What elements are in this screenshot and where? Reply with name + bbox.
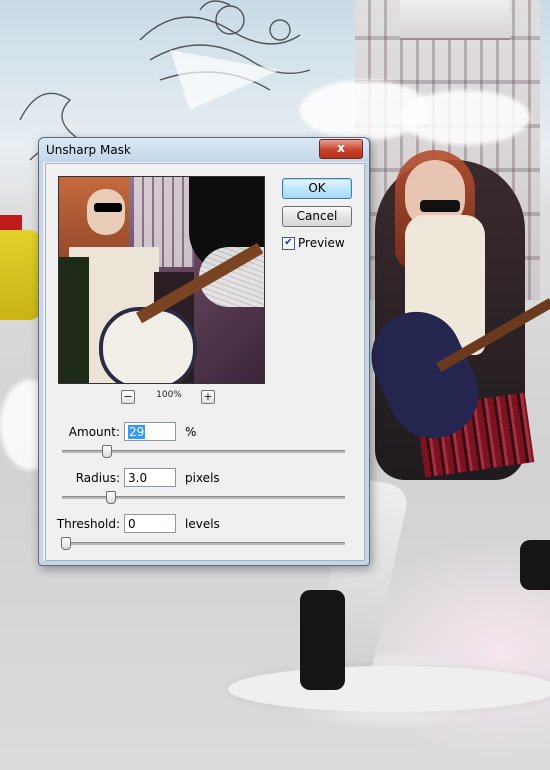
radius-label: Radius: [75,471,120,485]
preview-checkbox-label: Preview [298,236,345,250]
preview-face [87,189,125,235]
zoom-in-button[interactable]: + [201,390,215,404]
zoom-level-readout: 100% [156,390,182,400]
threshold-value: 0 [128,517,136,531]
threshold-field[interactable]: 0 [124,514,176,533]
close-button[interactable]: x [319,139,363,159]
radius-slider-track[interactable] [62,496,345,499]
dialog-title: Unsharp Mask [46,143,131,157]
background-tower-top [400,0,510,40]
preview-checkbox[interactable]: ✔ [282,237,295,250]
radius-slider-thumb[interactable] [106,491,117,504]
amount-value: 29 [128,425,146,439]
amount-field[interactable]: 29 [124,422,176,441]
threshold-label: Threshold: [56,517,120,531]
amount-unit: % [185,425,197,439]
dialog-body: − 100% + OK Cancel ✔ Preview Amount: 29 … [45,163,365,561]
background-boot [520,540,550,590]
amount-slider-thumb[interactable] [102,445,113,458]
preview-sunglasses [94,203,122,212]
radius-unit: pixels [185,471,220,485]
background-yellow-banner [0,230,40,320]
plus-icon: + [203,390,213,403]
preview-jacket [59,257,89,383]
threshold-slider-track[interactable] [62,542,345,545]
unsharp-mask-dialog: Unsharp Mask x − 100% + OK Cancel ✔ Prev… [38,137,370,566]
cancel-button[interactable]: Cancel [282,206,352,227]
zoom-out-button[interactable]: − [121,390,135,404]
background-boot [300,590,345,690]
close-icon: x [337,141,345,155]
check-icon: ✔ [284,237,293,248]
dialog-title-bar[interactable]: Unsharp Mask x [39,138,369,162]
minus-icon: − [123,390,133,403]
background-cloud [400,90,530,145]
ok-button[interactable]: OK [282,178,352,199]
amount-label: Amount: [68,425,120,439]
threshold-unit: levels [185,517,220,531]
background-floor-ellipse [228,666,550,712]
threshold-slider-thumb[interactable] [61,537,71,550]
background-sunglasses [420,200,460,212]
radius-field[interactable]: 3.0 [124,468,176,487]
preview-thumbnail[interactable] [58,176,265,384]
radius-value: 3.0 [128,471,148,485]
